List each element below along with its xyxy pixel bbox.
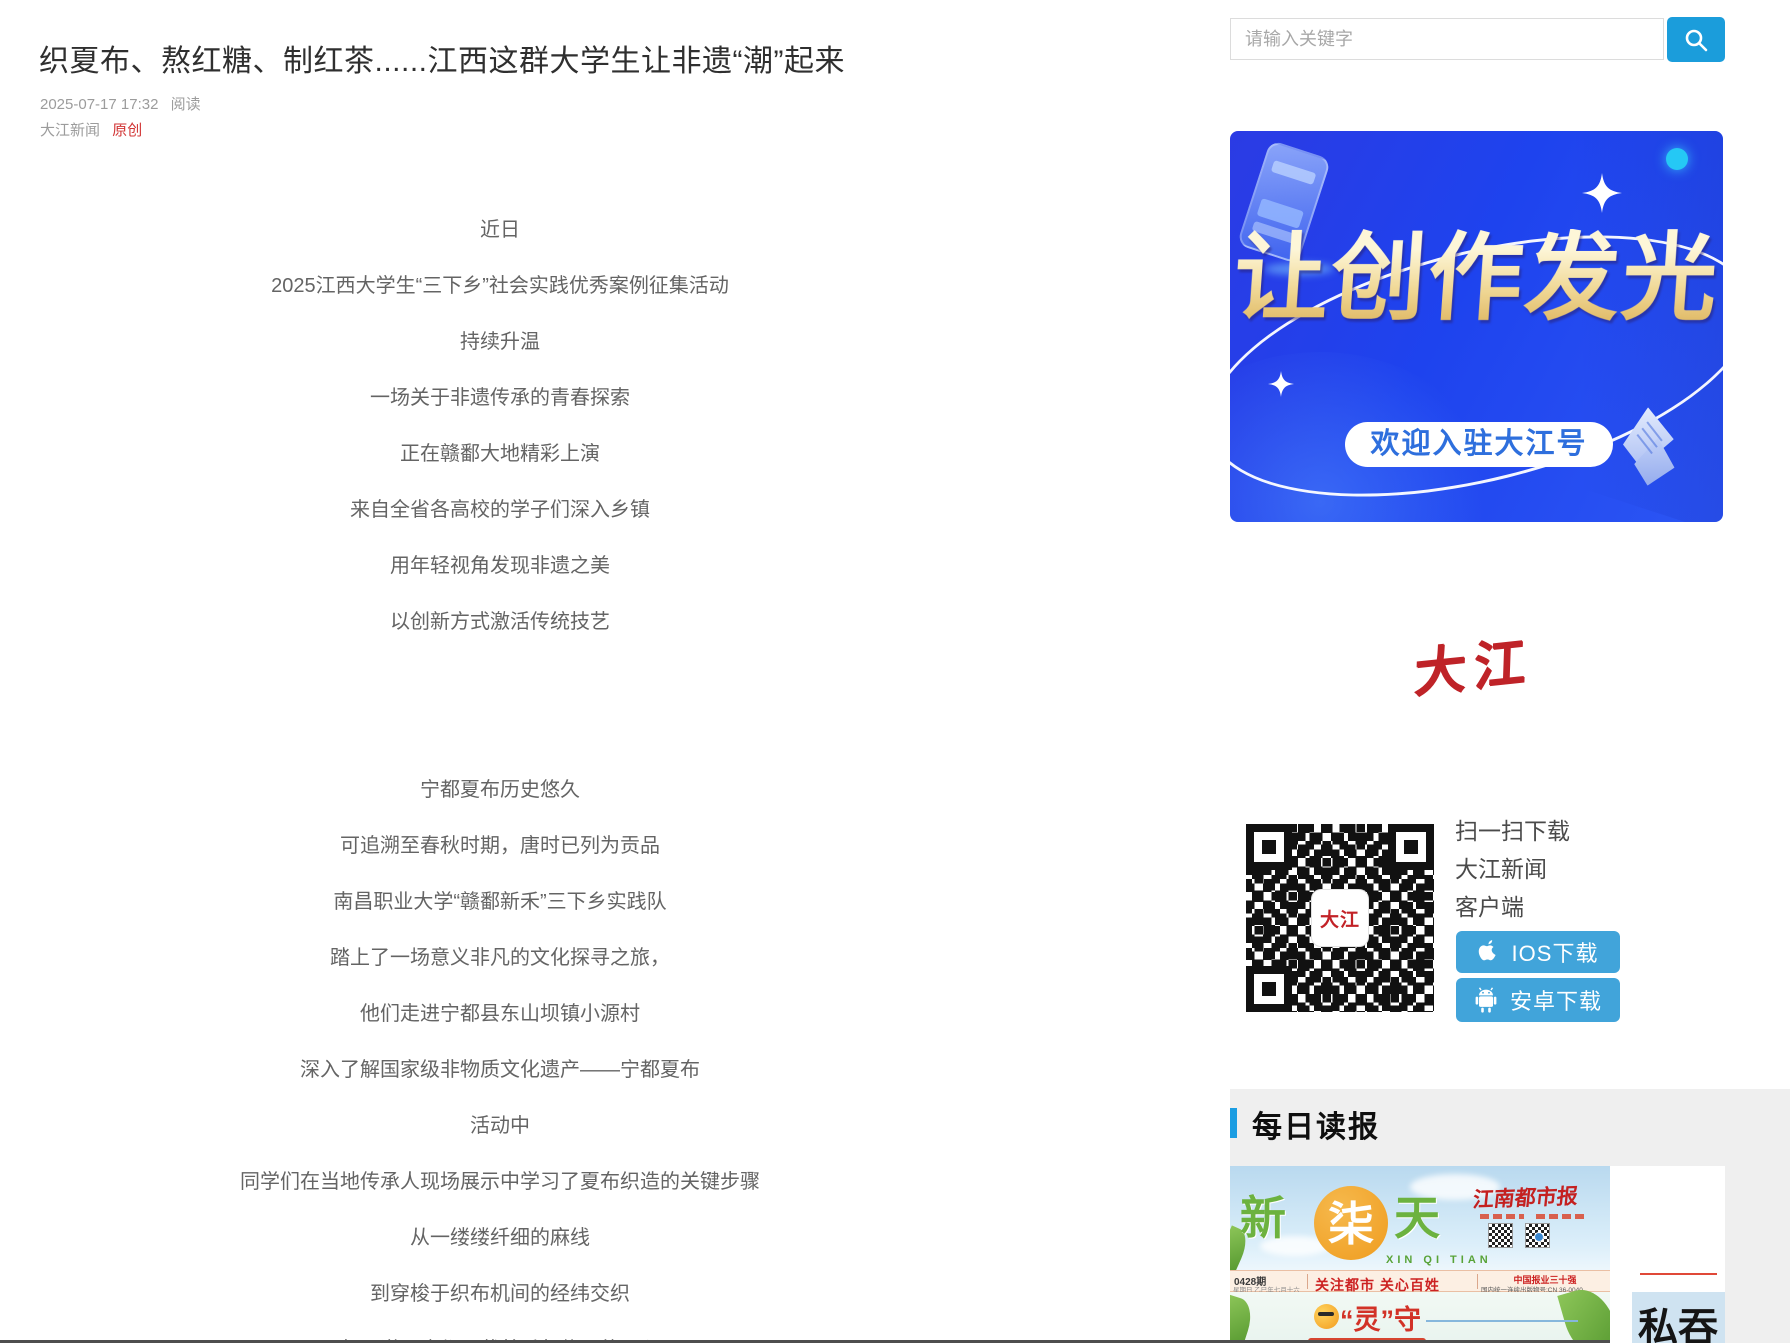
origin-badge: 原创 bbox=[112, 122, 142, 139]
article-line: 深入了解国家级非物质文化遗产——宁都夏布 bbox=[0, 1042, 1000, 1098]
article-source: 大江新闻 bbox=[40, 122, 100, 139]
newspaper-headline-block: 私吞 bbox=[1632, 1292, 1725, 1343]
qr-finder-icon bbox=[1388, 824, 1434, 870]
article-line: 来自全省各高校的学子们深入乡镇 bbox=[0, 482, 1000, 538]
download-caption-line3: 客户端 bbox=[1455, 888, 1695, 922]
android-download-label: 安卓下载 bbox=[1510, 984, 1602, 1016]
android-download-button[interactable]: 安卓下载 bbox=[1456, 978, 1620, 1022]
newspaper-pinyin: XIN QI TIAN bbox=[1386, 1254, 1492, 1266]
article-line bbox=[0, 650, 1000, 706]
newspaper-page2-headline: 私吞 bbox=[1638, 1295, 1718, 1343]
ios-download-label: IOS下载 bbox=[1512, 936, 1599, 968]
newspaper-front-page[interactable]: 新 柒 天 XIN QI TIAN 江南都市报 0428期 星期日 乙巳年七月十… bbox=[1230, 1166, 1610, 1343]
newspaper-name-char: 天 bbox=[1394, 1182, 1440, 1248]
article-line: 活动中 bbox=[0, 1098, 1000, 1154]
apple-icon bbox=[1478, 939, 1500, 965]
page-title: 织夏布、熬红糖、制红茶......江西这群大学生让非遗“潮”起来 bbox=[39, 36, 1099, 80]
article-line: 踏上了一场意义非凡的文化探寻之旅， bbox=[0, 930, 1000, 986]
search-input[interactable] bbox=[1230, 18, 1664, 60]
article-meta-date: 2025-07-17 17:32 阅读 bbox=[40, 93, 201, 114]
sparkle-icon bbox=[1268, 371, 1294, 397]
article-line: 一场关于非遗传承的青春探索 bbox=[0, 370, 1000, 426]
sun-cartoon-icon bbox=[1314, 1304, 1339, 1329]
banner-join-pill[interactable]: 欢迎入驻大江号 bbox=[1345, 422, 1613, 467]
newspaper-qr-icon bbox=[1525, 1223, 1550, 1248]
article-line: 用年轻视角发现非遗之美 bbox=[0, 538, 1000, 594]
download-caption-line2: 大江新闻 bbox=[1455, 850, 1695, 884]
newspaper-lower-area: “灵”守 bbox=[1230, 1292, 1610, 1343]
qr-finder-icon bbox=[1246, 824, 1292, 870]
read-label: 阅读 bbox=[171, 96, 201, 113]
page: 织夏布、熬红糖、制红茶......江西这群大学生让非遗“潮”起来 2025-07… bbox=[0, 0, 1790, 1343]
qr-finder-icon bbox=[1246, 966, 1292, 1012]
cyan-dot-decoration bbox=[1666, 148, 1688, 170]
article-line: 2025江西大学生“三下乡”社会实践优秀案例征集活动 bbox=[0, 258, 1000, 314]
dajiang-logo: 大江 bbox=[1413, 616, 1554, 695]
newspaper-sub-headline: “灵”守 bbox=[1340, 1298, 1421, 1337]
article-line: 以创新方式激活传统技艺 bbox=[0, 594, 1000, 650]
newspaper-info-band: 0428期 星期日 乙巳年七月十六 关注都市 关心百姓 中国报业三十强 国内统一… bbox=[1230, 1270, 1610, 1292]
article-line: 可追溯至春秋时期，唐时已列为贡品 bbox=[0, 818, 1000, 874]
android-icon bbox=[1474, 987, 1498, 1013]
article-line: 同学们在当地传承人现场展示中学习了夏布织造的关键步骤 bbox=[0, 1154, 1000, 1210]
article-line bbox=[0, 706, 1000, 762]
article-body: 近日2025江西大学生“三下乡”社会实践优秀案例征集活动持续升温一场关于非遗传承… bbox=[0, 202, 1000, 1343]
article-date: 2025-07-17 17:32 bbox=[40, 96, 158, 113]
banner-headline: 让创作发光 bbox=[1230, 229, 1723, 329]
search-button[interactable] bbox=[1667, 17, 1725, 62]
daily-section-accent-bar bbox=[1230, 1108, 1237, 1138]
newspaper-rule-line bbox=[1426, 1320, 1578, 1322]
newspaper-masthead: 江南都市报 bbox=[1471, 1180, 1579, 1214]
qr-center-logo: 大江 bbox=[1311, 889, 1369, 947]
article-line: 宁都夏布历史悠久 bbox=[0, 762, 1000, 818]
article-line: 正在赣鄱大地精彩上演 bbox=[0, 426, 1000, 482]
download-qr-code: 大江 bbox=[1240, 818, 1440, 1018]
download-caption-line1: 扫一扫下载 bbox=[1455, 812, 1695, 846]
leaf-decoration bbox=[1230, 1295, 1257, 1343]
article-line: 他们走进宁都县东山坝镇小源村 bbox=[0, 986, 1000, 1042]
article-line: 从一缕缕纤细的麻线 bbox=[0, 1210, 1000, 1266]
article-line: 南昌职业大学“赣鄱新禾”三下乡实践队 bbox=[0, 874, 1000, 930]
newspaper-rule-line bbox=[1640, 1273, 1717, 1275]
ios-download-button[interactable]: IOS下载 bbox=[1456, 931, 1620, 973]
article-line: 到穿梭于织布机间的经纬交织 bbox=[0, 1266, 1000, 1322]
promo-banner[interactable]: 让创作发光 欢迎入驻大江号 bbox=[1230, 131, 1723, 522]
newspaper-qr-icon bbox=[1488, 1223, 1513, 1248]
newspaper-name-char: 柒 bbox=[1328, 1188, 1374, 1254]
article-meta-source: 大江新闻 原创 bbox=[40, 119, 142, 140]
sparkle-icon bbox=[1582, 173, 1622, 213]
article-line: 近日 bbox=[0, 202, 1000, 258]
daily-paper-card: 新 柒 天 XIN QI TIAN 江南都市报 0428期 星期日 乙巳年七月十… bbox=[1230, 1166, 1725, 1343]
daily-section-title: 每日读报 bbox=[1252, 1102, 1380, 1146]
article-line: 持续升温 bbox=[0, 314, 1000, 370]
newspaper-name-char: 新 bbox=[1240, 1182, 1286, 1248]
masthead-small-text-decoration bbox=[1536, 1214, 1588, 1219]
search-icon bbox=[1683, 27, 1709, 53]
newspaper-second-page[interactable]: 私吞 bbox=[1632, 1166, 1725, 1343]
leaf-decoration bbox=[1557, 1283, 1610, 1343]
masthead-small-text-decoration bbox=[1480, 1214, 1524, 1219]
